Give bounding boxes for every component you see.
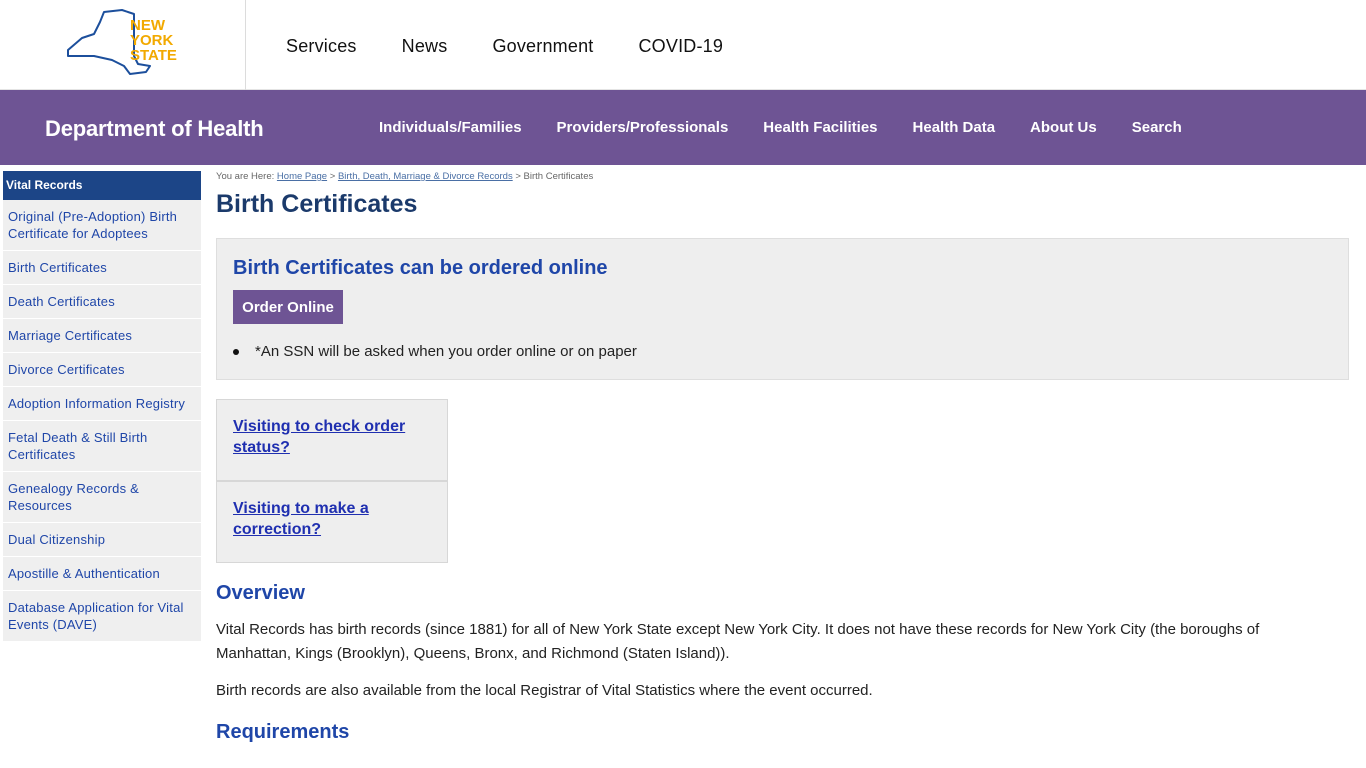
check-status-panel: Visiting to check order status? xyxy=(216,399,448,481)
sidebar-item-adoption-registry[interactable]: Adoption Information Registry xyxy=(3,387,201,421)
sidebar-item-pre-adoption[interactable]: Original (Pre-Adoption) Birth Certificat… xyxy=(3,200,201,251)
check-status-link[interactable]: Visiting to check order status? xyxy=(233,418,405,456)
sidebar-item-genealogy[interactable]: Genealogy Records & Resources xyxy=(3,472,201,523)
doh-nav-facilities[interactable]: Health Facilities xyxy=(763,119,877,136)
doh-nav-providers[interactable]: Providers/Professionals xyxy=(557,119,729,136)
sidebar-item-dual-citizenship[interactable]: Dual Citizenship xyxy=(3,523,201,557)
logo-line-3: STATE xyxy=(130,47,177,64)
doh-nav-search[interactable]: Search xyxy=(1132,119,1182,136)
doh-nav-health-data[interactable]: Health Data xyxy=(913,119,996,136)
page-title: Birth Certificates xyxy=(216,190,418,218)
nys-logo[interactable]: NEW YORK STATE xyxy=(64,8,184,80)
doh-nav: Individuals/Families Providers/Professio… xyxy=(379,119,1182,136)
correction-panel: Visiting to make a correction? xyxy=(216,481,448,563)
order-online-button[interactable]: Order Online xyxy=(233,290,343,324)
order-online-panel: Birth Certificates can be ordered online… xyxy=(216,238,1349,380)
breadcrumb-current: Birth Certificates xyxy=(523,171,594,182)
sidebar-item-dave[interactable]: Database Application for Vital Events (D… xyxy=(3,591,201,642)
doh-title[interactable]: Department of Health xyxy=(45,116,264,142)
main-content: You are Here: Home Page > Birth, Death, … xyxy=(216,171,1350,743)
breadcrumb-prefix: You are Here: xyxy=(216,171,275,182)
state-nav: Services News Government COVID-19 xyxy=(286,36,723,57)
order-heading: Birth Certificates can be ordered online xyxy=(233,257,608,279)
breadcrumb-records[interactable]: Birth, Death, Marriage & Divorce Records xyxy=(338,171,513,182)
requirements-heading: Requirements xyxy=(216,721,350,743)
ssn-note: *An SSN will be asked when you order onl… xyxy=(233,343,637,360)
state-header: NEW YORK STATE Services News Government … xyxy=(0,0,1366,90)
overview-paragraph-2: Birth records are also available from th… xyxy=(216,682,873,699)
sidebar-item-fetal-death[interactable]: Fetal Death & Still Birth Certificates xyxy=(3,421,201,472)
sidebar-heading[interactable]: Vital Records xyxy=(3,171,201,200)
breadcrumb: You are Here: Home Page > Birth, Death, … xyxy=(216,171,1350,182)
state-nav-news[interactable]: News xyxy=(402,36,448,57)
sidebar: Vital Records Original (Pre-Adoption) Bi… xyxy=(3,171,201,642)
sidebar-item-divorce[interactable]: Divorce Certificates xyxy=(3,353,201,387)
state-nav-covid[interactable]: COVID-19 xyxy=(638,36,723,57)
sidebar-item-birth[interactable]: Birth Certificates xyxy=(3,251,201,285)
sidebar-item-marriage[interactable]: Marriage Certificates xyxy=(3,319,201,353)
sidebar-item-death[interactable]: Death Certificates xyxy=(3,285,201,319)
state-nav-services[interactable]: Services xyxy=(286,36,357,57)
doh-nav-about[interactable]: About Us xyxy=(1030,119,1097,136)
sidebar-item-apostille[interactable]: Apostille & Authentication xyxy=(3,557,201,591)
overview-heading: Overview xyxy=(216,582,305,604)
breadcrumb-separator: > xyxy=(515,171,521,182)
state-nav-government[interactable]: Government xyxy=(492,36,593,57)
doh-header: Department of Health Individuals/Familie… xyxy=(0,90,1366,165)
breadcrumb-separator: > xyxy=(329,171,336,182)
correction-link[interactable]: Visiting to make a correction? xyxy=(233,500,369,538)
bullet-icon xyxy=(233,348,239,355)
ssn-note-text: *An SSN will be asked when you order onl… xyxy=(255,343,637,360)
breadcrumb-home[interactable]: Home Page xyxy=(277,171,327,182)
overview-paragraph-1: Vital Records has birth records (since 1… xyxy=(216,621,1260,662)
logo-divider xyxy=(245,0,246,90)
doh-nav-individuals[interactable]: Individuals/Families xyxy=(379,119,522,136)
